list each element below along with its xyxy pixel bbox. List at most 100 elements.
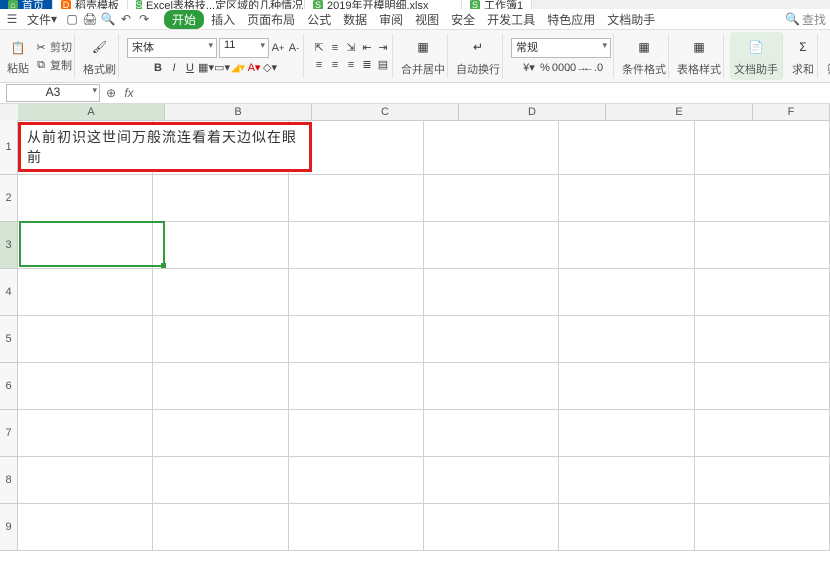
doc-tab-home[interactable]: ⌂首页 <box>0 0 53 9</box>
grp-filter: ▽ 筛选 <box>824 34 830 78</box>
inc-decimal-icon[interactable]: .0→ <box>570 61 584 75</box>
name-box[interactable]: A3 <box>6 84 100 102</box>
doc-tab-label: 首页 <box>22 0 44 9</box>
cell-fill-icon[interactable]: ▭▾ <box>215 61 229 75</box>
sheet-icon: S <box>313 0 323 9</box>
row-header-8[interactable]: 8 <box>0 457 18 504</box>
qat-undo-icon[interactable]: ↶ <box>118 11 134 27</box>
merge-icon[interactable]: ▦ <box>411 35 435 59</box>
percent-icon[interactable]: % <box>538 61 552 75</box>
font-size-select[interactable]: 11 <box>219 38 269 58</box>
qat-save-icon[interactable]: ▢ <box>64 11 80 27</box>
row-header-7[interactable]: 7 <box>0 410 18 457</box>
condfmt-icon[interactable]: ▦ <box>632 35 656 59</box>
align-mid-icon[interactable]: ≡ <box>328 41 342 55</box>
currency-icon[interactable]: ¥▾ <box>522 61 536 75</box>
tab-dochelper[interactable]: 文档助手 <box>602 11 660 27</box>
indent-dec-icon[interactable]: ⇤ <box>360 41 374 55</box>
hamburger-icon[interactable]: ☰ <box>4 11 20 27</box>
grp-align: ⇱ ≡ ⇲ ⇤ ⇥ ≡ ≡ ≡ ≣ ▤ <box>310 34 393 78</box>
row-header-4[interactable]: 4 <box>0 269 18 316</box>
docasst-icon[interactable]: 📄 <box>744 35 768 59</box>
cell-a1-highlighted[interactable]: 从前初识这世间万般流连看着天边似在眼前 <box>18 122 312 172</box>
clear-fmt-icon[interactable]: ◇▾ <box>263 61 277 75</box>
condfmt-label: 条件格式 <box>622 61 666 77</box>
col-header-D[interactable]: D <box>459 104 606 120</box>
italic-button[interactable]: I <box>167 61 181 75</box>
tab-security[interactable]: 安全 <box>446 11 480 27</box>
align-top-icon[interactable]: ⇱ <box>312 41 326 55</box>
increase-font-icon[interactable]: A+ <box>271 41 285 55</box>
col-header-C[interactable]: C <box>312 104 459 120</box>
wrap-icon[interactable]: ↵ <box>466 35 490 59</box>
qat-preview-icon[interactable]: 🔍 <box>100 11 116 27</box>
formula-input[interactable] <box>140 85 824 101</box>
tab-insert[interactable]: 插入 <box>206 11 240 27</box>
col-header-E[interactable]: E <box>606 104 753 120</box>
comma-icon[interactable]: 000 <box>554 61 568 75</box>
fx-icon[interactable]: fx <box>122 86 136 100</box>
cells-area[interactable]: 从前初识这世间万般流连看着天边似在眼前 <box>18 120 830 572</box>
grp-fmtpaint: 🖌 格式刷 <box>81 34 119 78</box>
cut-button[interactable]: ✂剪切 <box>34 39 72 55</box>
tab-special[interactable]: 特色应用 <box>542 11 600 27</box>
row-header-2[interactable]: 2 <box>0 175 18 222</box>
orientation-icon[interactable]: ▤ <box>376 58 390 72</box>
tab-formula[interactable]: 公式 <box>302 11 336 27</box>
border-button[interactable]: ▦▾ <box>199 61 213 75</box>
doc-tab-sheet2[interactable]: S 2019年开模明细.xlsx <box>305 0 462 9</box>
row-header-6[interactable]: 6 <box>0 363 18 410</box>
doc-tab-label: 2019年开模明细.xlsx <box>327 0 428 9</box>
underline-button[interactable]: U <box>183 61 197 75</box>
doc-tab-template[interactable]: D稻壳模板 <box>53 0 128 9</box>
col-header-A[interactable]: A <box>18 104 165 120</box>
align-center-icon[interactable]: ≡ <box>328 58 342 72</box>
row-header-1[interactable]: 1 <box>0 120 18 175</box>
tab-review[interactable]: 审阅 <box>374 11 408 27</box>
goto-icon[interactable]: ⊕ <box>104 86 118 100</box>
grp-clipboard: 📋 粘贴 ✂剪切 ⧉复制 <box>4 34 75 78</box>
tab-view[interactable]: 视图 <box>410 11 444 27</box>
sigma-icon[interactable]: Σ <box>791 35 815 59</box>
number-format-select[interactable]: 常规 <box>511 38 611 58</box>
row-header-9[interactable]: 9 <box>0 504 18 551</box>
sum-label: 求和 <box>792 61 814 77</box>
grp-wrap: ↵ 自动换行 <box>454 34 503 78</box>
sheet-grid: A B C D E F 1 2 3 4 5 6 7 8 9 从前初识这世间万般流… <box>0 104 830 572</box>
align-right-icon[interactable]: ≡ <box>344 58 358 72</box>
tab-layout[interactable]: 页面布局 <box>242 11 300 27</box>
grp-docasst: 📄 文档助手 <box>730 32 783 80</box>
qat-redo-icon[interactable]: ↷ <box>136 11 152 27</box>
align-left-icon[interactable]: ≡ <box>312 58 326 72</box>
col-header-B[interactable]: B <box>165 104 312 120</box>
tblstyle-icon[interactable]: ▦ <box>687 35 711 59</box>
bold-button[interactable]: B <box>151 61 165 75</box>
highlight-icon[interactable]: ◢▾ <box>231 61 245 75</box>
tab-start[interactable]: 开始 <box>164 10 204 29</box>
row-header-3[interactable]: 3 <box>0 222 18 269</box>
row-headers: 1 2 3 4 5 6 7 8 9 <box>0 120 18 551</box>
template-icon: D <box>61 0 71 9</box>
align-bot-icon[interactable]: ⇲ <box>344 41 358 55</box>
format-painter-icon[interactable]: 🖌 <box>88 35 112 59</box>
paste-icon[interactable]: 📋 <box>6 36 30 60</box>
indent-inc-icon[interactable]: ⇥ <box>376 41 390 55</box>
doc-tab-sheet3[interactable]: S工作簿1 <box>462 0 532 9</box>
align-justify-icon[interactable]: ≣ <box>360 58 374 72</box>
qat-print-icon[interactable]: 🖨 <box>82 11 98 27</box>
col-header-F[interactable]: F <box>753 104 830 120</box>
font-color-icon[interactable]: A▾ <box>247 61 261 75</box>
quick-find[interactable]: 🔍查找 <box>785 11 826 28</box>
decrease-font-icon[interactable]: A- <box>287 41 301 55</box>
dec-decimal-icon[interactable]: ←.0 <box>586 61 600 75</box>
doc-tab-sheet1[interactable]: SExcel表格技...定区域的几种情况 <box>128 0 305 9</box>
select-all-corner[interactable] <box>0 104 19 121</box>
tab-data[interactable]: 数据 <box>338 11 372 27</box>
font-name-select[interactable]: 宋体 <box>127 38 217 58</box>
row-header-5[interactable]: 5 <box>0 316 18 363</box>
file-menu[interactable]: 文件▾ <box>22 11 62 27</box>
grp-sum: Σ 求和 <box>789 34 818 78</box>
copy-button[interactable]: ⧉复制 <box>34 57 72 73</box>
tab-devtools[interactable]: 开发工具 <box>482 11 540 27</box>
funnel-icon[interactable]: ▽ <box>826 35 830 59</box>
